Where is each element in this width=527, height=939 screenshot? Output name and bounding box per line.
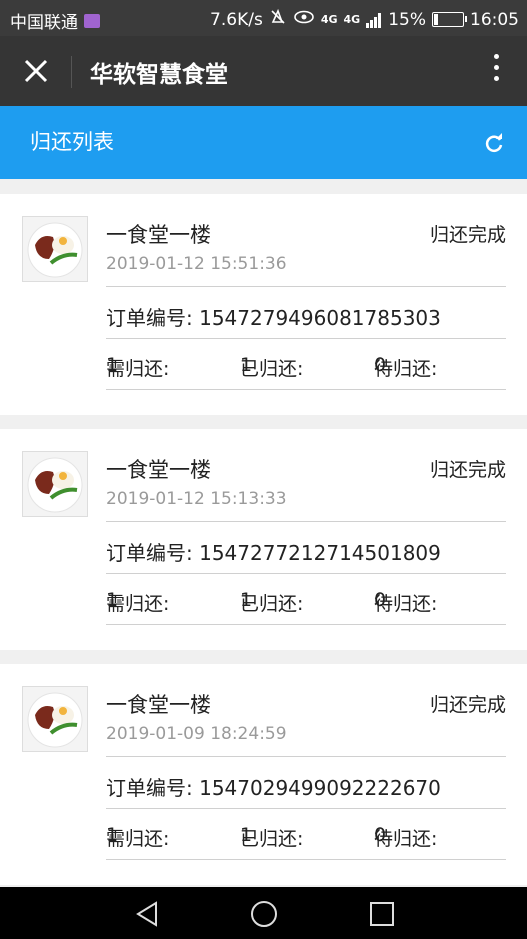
mute-icon <box>269 8 287 31</box>
battery-percent: 15% <box>388 9 426 30</box>
system-nav-bar <box>0 887 527 939</box>
returned-value: 1 <box>240 824 253 846</box>
recents-square-icon[interactable] <box>367 899 397 929</box>
divider <box>106 389 506 390</box>
order-value: 1547279496081785303 <box>199 306 441 330</box>
return-record-card[interactable]: 一食堂一楼 归还完成 2019-01-09 18:24:59 订单编号: 154… <box>0 664 527 885</box>
order-label: 订单编号: <box>106 776 193 800</box>
need-value: 1 <box>106 824 119 846</box>
page-title: 归还列表 <box>30 130 114 154</box>
meal-thumbnail <box>22 686 88 752</box>
divider <box>106 573 506 574</box>
refresh-icon[interactable] <box>483 132 505 154</box>
record-time: 2019-01-09 18:24:59 <box>106 724 287 744</box>
status-bar: 中国联通 7.6K/s 4G 4G 15% 16:05 <box>0 0 527 36</box>
net-speed: 7.6K/s <box>210 9 263 30</box>
need-value: 1 <box>106 589 119 611</box>
canteen-name: 一食堂一楼 <box>106 223 211 247</box>
app-title-bar: 华软智慧食堂 <box>0 36 527 106</box>
order-value: 1547029499092222670 <box>199 776 441 800</box>
gallery-notification-icon <box>84 13 100 28</box>
order-number: 订单编号: 1547029499092222670 <box>106 772 441 801</box>
signal-icon <box>366 12 382 28</box>
divider <box>106 859 506 860</box>
app-title: 华软智慧食堂 <box>90 62 228 88</box>
order-number: 订单编号: 1547279496081785303 <box>106 302 441 331</box>
network-type-1: 4G <box>320 13 338 26</box>
pending-value: 0 <box>374 354 387 376</box>
divider <box>106 338 506 339</box>
home-circle-icon[interactable] <box>249 899 279 929</box>
divider <box>106 808 506 809</box>
battery-icon <box>432 12 467 27</box>
clock: 16:05 <box>470 9 519 30</box>
order-number: 订单编号: 1547277212714501809 <box>106 537 441 566</box>
order-value: 1547277212714501809 <box>199 541 441 565</box>
status-label: 归还完成 <box>429 459 506 481</box>
divider <box>106 756 506 757</box>
record-time: 2019-01-12 15:13:33 <box>106 489 287 509</box>
divider <box>106 286 506 287</box>
divider <box>106 624 506 625</box>
page-header: 归还列表 <box>0 106 527 179</box>
title-divider <box>71 56 72 88</box>
canteen-name: 一食堂一楼 <box>106 693 211 717</box>
divider <box>106 521 506 522</box>
carrier-label: 中国联通 <box>10 13 78 33</box>
returned-value: 1 <box>240 354 253 376</box>
meal-thumbnail <box>22 216 88 282</box>
return-record-card[interactable]: 一食堂一楼 归还完成 2019-01-12 15:51:36 订单编号: 154… <box>0 194 527 415</box>
order-label: 订单编号: <box>106 306 193 330</box>
network-type-2: 4G <box>343 13 361 26</box>
return-record-card[interactable]: 一食堂一楼 归还完成 2019-01-12 15:13:33 订单编号: 154… <box>0 429 527 650</box>
status-label: 归还完成 <box>429 694 506 716</box>
pending-value: 0 <box>374 824 387 846</box>
status-label: 归还完成 <box>429 224 506 246</box>
record-time: 2019-01-12 15:51:36 <box>106 254 287 274</box>
close-icon[interactable] <box>20 53 52 89</box>
eye-icon <box>293 9 315 30</box>
canteen-name: 一食堂一楼 <box>106 458 211 482</box>
returned-value: 1 <box>240 589 253 611</box>
pending-value: 0 <box>374 589 387 611</box>
need-value: 1 <box>106 354 119 376</box>
order-label: 订单编号: <box>106 541 193 565</box>
meal-thumbnail <box>22 451 88 517</box>
more-vertical-icon[interactable] <box>491 54 501 88</box>
back-triangle-icon[interactable] <box>132 899 162 929</box>
